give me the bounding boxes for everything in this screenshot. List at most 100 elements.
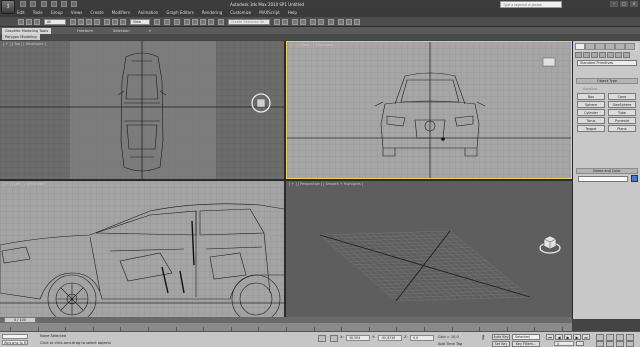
zoom-all-icon[interactable] [606, 334, 614, 341]
select-by-name-icon[interactable] [78, 19, 84, 25]
viewport-left[interactable]: [ + ] [ Left ] [ Wireframe ] [0, 181, 284, 317]
unlink-icon[interactable] [34, 19, 40, 25]
motion-tab-icon[interactable] [605, 43, 615, 50]
rendered-frame-window-icon[interactable] [346, 19, 352, 25]
curve-editor-icon[interactable] [310, 19, 316, 25]
viewport-label-front[interactable]: [ + ] [ Front ] [ Wireframe ] [290, 43, 336, 47]
key-filters-button[interactable]: Key Filters... [512, 341, 540, 347]
autogrid-checkbox[interactable]: AutoGrid [583, 87, 597, 91]
material-editor-icon[interactable] [328, 19, 334, 25]
shapes-icon[interactable] [583, 52, 590, 58]
z-coordinate-field[interactable]: 0,0 [410, 335, 434, 341]
render-production-icon[interactable] [354, 19, 360, 25]
field-of-view-icon[interactable] [596, 341, 604, 347]
rollout-name-and-color[interactable]: Name and Color [576, 168, 638, 174]
key-selection-dropdown[interactable]: Selected [512, 334, 540, 340]
object-name-field[interactable] [578, 176, 628, 182]
select-rotate-icon[interactable] [112, 19, 118, 25]
rectangular-selection-icon[interactable] [86, 19, 92, 25]
viewport-perspective[interactable]: [ + ] [ Perspective ] [ Smooth + Highlig… [286, 181, 572, 317]
undo-icon[interactable] [50, 1, 57, 7]
helpers-icon[interactable] [607, 52, 614, 58]
menu-item-modifiers[interactable]: Modifiers [112, 10, 130, 15]
systems-icon[interactable] [623, 52, 630, 58]
viewport-label-top[interactable]: [ + ] [ Top ] [ Wireframe ] [3, 42, 46, 46]
minimize-button[interactable]: – [610, 1, 618, 7]
menu-item-group[interactable]: Group [51, 10, 63, 15]
teapot-button[interactable]: Teapot [577, 125, 605, 132]
percent-snap-icon[interactable] [200, 19, 206, 25]
menu-item-views[interactable]: Views [71, 10, 83, 15]
viewport-top[interactable]: [ + ] [ Top ] [ Wireframe ] [0, 41, 284, 179]
mirror-icon[interactable] [274, 19, 280, 25]
select-scale-icon[interactable] [120, 19, 126, 25]
space-warps-icon[interactable] [615, 52, 622, 58]
go-to-end-icon[interactable]: ⏭ [582, 334, 590, 340]
maximize-button[interactable]: □ [620, 1, 628, 7]
reference-coordinate-dropdown[interactable]: View [130, 19, 150, 25]
play-icon[interactable]: ▶ [564, 334, 572, 340]
panel-polygon-modeling[interactable]: Polygon Modeling [2, 34, 40, 40]
render-setup-icon[interactable] [338, 19, 344, 25]
set-key-button[interactable]: Set Key [492, 341, 510, 347]
add-time-tag[interactable]: Add Time Tag [438, 342, 462, 346]
listener-input[interactable] [2, 334, 28, 339]
menu-item-graph-editors[interactable]: Graph Editors [166, 10, 193, 15]
menu-item-create[interactable]: Create [90, 10, 103, 15]
sphere-button[interactable]: Sphere [577, 101, 605, 108]
snaps-toggle-icon[interactable] [184, 19, 190, 25]
key-mode-icon[interactable]: ⚷ [477, 335, 489, 342]
plane-button[interactable]: Plane [608, 125, 636, 132]
time-config-icon[interactable] [576, 341, 584, 346]
zoom-extents-all-icon[interactable] [626, 334, 634, 341]
hierarchy-tab-icon[interactable] [595, 43, 605, 50]
utilities-tab-icon[interactable] [625, 43, 635, 50]
cylinder-button[interactable]: Cylinder [577, 109, 605, 116]
align-icon[interactable] [282, 19, 288, 25]
named-selection-set-dropdown[interactable]: Create Selection Se [228, 19, 270, 25]
graphite-toggle-icon[interactable] [300, 19, 306, 25]
zoom-extents-icon[interactable] [616, 334, 624, 341]
angle-snap-icon[interactable] [192, 19, 198, 25]
track-bar[interactable] [0, 323, 572, 331]
selection-filter-dropdown[interactable]: All [44, 19, 66, 25]
layer-manager-icon[interactable] [292, 19, 298, 25]
redo-icon[interactable] [61, 1, 68, 7]
torus-button[interactable]: Torus [577, 117, 605, 124]
current-frame-field[interactable]: 0 [554, 341, 574, 346]
menu-item-tools[interactable]: Tools [33, 10, 43, 15]
rollout-object-type[interactable]: Object Type [576, 78, 638, 84]
modify-tab-icon[interactable] [585, 43, 595, 50]
schematic-view-icon[interactable] [318, 19, 324, 25]
pivot-center-icon[interactable] [154, 19, 160, 25]
geometry-icon[interactable] [575, 52, 582, 58]
menu-item-rendering[interactable]: Rendering [202, 10, 222, 15]
geosphere-button[interactable]: GeoSphere [608, 101, 636, 108]
viewport-label-left[interactable]: [ + ] [ Left ] [ Wireframe ] [3, 182, 46, 186]
x-coordinate-field[interactable]: 36,504 [346, 335, 370, 341]
application-button[interactable]: 3 [1, 0, 15, 14]
search-input[interactable] [500, 1, 562, 8]
next-frame-icon[interactable]: ▶ [573, 334, 581, 340]
tube-button[interactable]: Tube [608, 109, 636, 116]
menu-item-maxscript[interactable]: MAXScript [259, 10, 280, 15]
box-button[interactable]: Box [577, 93, 605, 100]
cone-button[interactable]: Cone [608, 93, 636, 100]
new-file-icon[interactable] [20, 1, 26, 7]
menu-item-animation[interactable]: Animation [138, 10, 158, 15]
window-crossing-icon[interactable] [94, 19, 100, 25]
primitive-type-dropdown[interactable]: Standard Primitives [577, 60, 637, 66]
viewport-label-perspective[interactable]: [ + ] [ Perspective ] [ Smooth + Highlig… [289, 182, 363, 186]
undo-icon[interactable] [18, 19, 24, 25]
select-manipulate-icon[interactable] [164, 19, 170, 25]
select-move-icon[interactable] [104, 19, 110, 25]
project-folder-icon[interactable] [71, 1, 78, 7]
object-color-swatch[interactable] [631, 175, 638, 182]
menu-item-help[interactable]: Help [288, 10, 297, 15]
edit-named-selection-icon[interactable] [218, 19, 224, 25]
go-to-start-icon[interactable]: ⏮ [546, 334, 554, 340]
close-button[interactable]: × [630, 1, 638, 7]
orbit-icon[interactable] [616, 341, 624, 347]
menu-item-edit[interactable]: Edit [17, 10, 25, 15]
spinner-snap-icon[interactable] [208, 19, 214, 25]
